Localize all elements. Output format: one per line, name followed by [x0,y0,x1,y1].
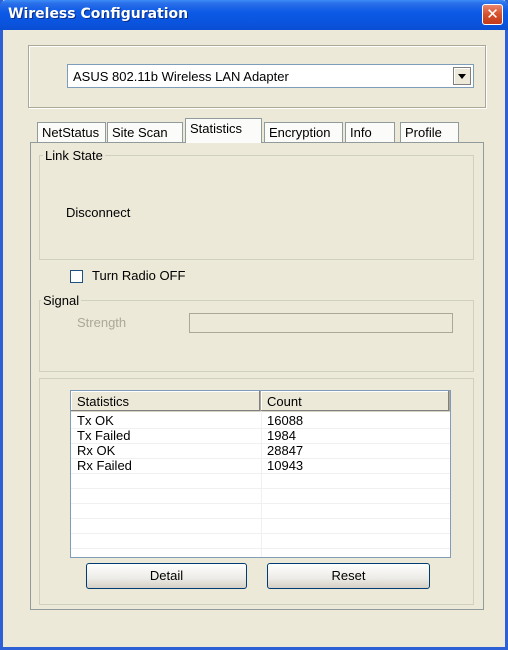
table-row[interactable]: Rx Failed 10943 [71,458,450,474]
row-name: Tx Failed [77,428,131,443]
detail-button-label: Detail [149,568,184,583]
signal-legend: Signal [41,293,82,308]
signal-strength-bar [189,313,453,333]
wireless-configuration-window: Wireless Configuration ✕ ASUS 802.11b Wi… [0,0,508,650]
tab-label: NetStatus [42,125,100,140]
turn-radio-off-label: Turn Radio OFF [92,268,186,283]
tab-statistics[interactable]: Statistics [185,118,262,143]
adapter-select-value: ASUS 802.11b Wireless LAN Adapter [73,69,289,84]
column-header-label: Count [267,394,302,409]
chevron-down-icon[interactable] [453,67,471,85]
turn-radio-off-checkbox[interactable] [70,270,83,283]
table-row[interactable]: Tx Failed 1984 [71,428,450,444]
tab-site-scan[interactable]: Site Scan [107,122,183,142]
row-name: Rx Failed [77,458,132,473]
title-bar[interactable]: Wireless Configuration ✕ [0,0,508,30]
tab-encryption[interactable]: Encryption [264,122,343,142]
reset-button-label: Reset [331,568,366,583]
tab-info[interactable]: Info [345,122,395,142]
link-state-legend: Link State [43,148,105,163]
detail-button[interactable]: Detail [86,563,247,589]
empty-row [71,488,450,504]
row-count: 28847 [267,443,304,458]
row-name: Tx OK [77,413,114,428]
empty-row [71,518,450,534]
column-header-statistics[interactable]: Statistics [71,391,261,411]
row-count: 10943 [267,458,304,473]
empty-row [71,503,450,519]
tab-label: Info [350,125,372,140]
reset-button[interactable]: Reset [267,563,430,589]
tab-netstatus[interactable]: NetStatus [37,122,106,142]
table-row[interactable]: Tx OK 16088 [71,413,450,429]
row-name: Rx OK [77,443,116,458]
signal-group [39,300,474,372]
empty-row [71,533,450,549]
table-row[interactable]: Rx OK 28847 [71,443,450,459]
column-header-count[interactable]: Count [261,391,450,411]
row-count: 1984 [267,428,296,443]
close-button[interactable]: ✕ [482,4,503,25]
link-state-value: Disconnect [66,205,131,220]
strength-label: Strength [77,315,127,330]
tab-label: Profile [405,125,442,140]
adapter-select[interactable]: ASUS 802.11b Wireless LAN Adapter [67,64,474,88]
close-icon: ✕ [486,5,499,23]
tab-profile[interactable]: Profile [400,122,459,142]
window-title: Wireless Configuration [8,6,189,22]
statistics-list[interactable]: Statistics Count Tx OK 16088 Tx Failed 1… [70,390,451,558]
column-header-label: Statistics [77,394,130,409]
row-count: 16088 [267,413,304,428]
tab-label: Statistics [190,121,243,136]
list-header: Statistics Count [71,391,450,412]
empty-row [71,473,450,489]
tab-label: Encryption [269,125,331,140]
tab-label: Site Scan [112,125,168,140]
